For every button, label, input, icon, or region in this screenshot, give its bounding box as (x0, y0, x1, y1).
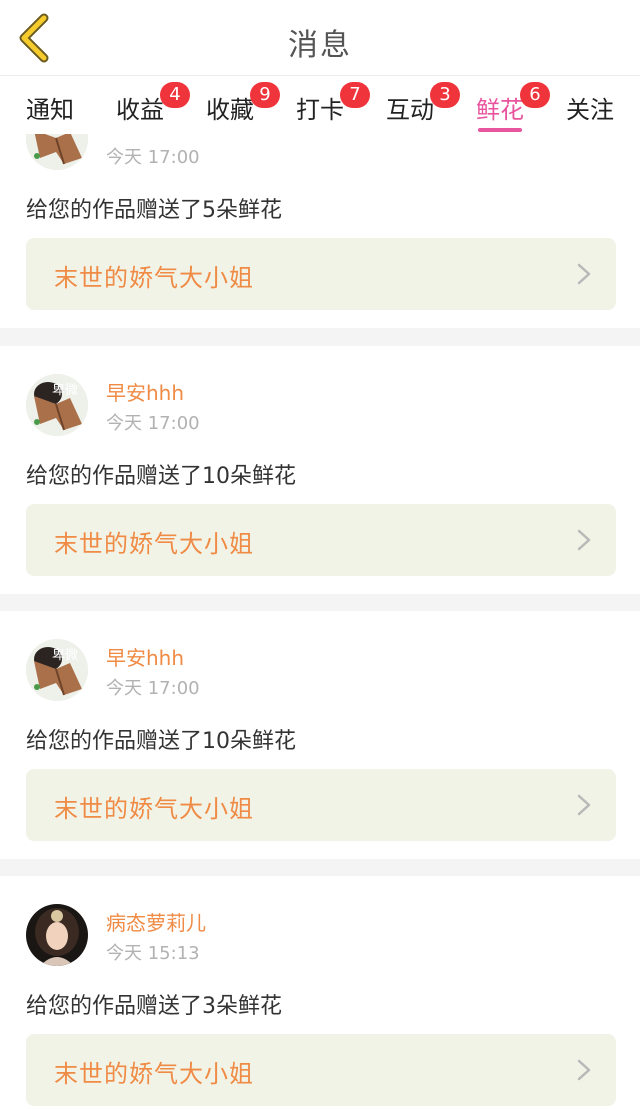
work-link[interactable]: 末世的娇气大小姐 (26, 504, 616, 576)
page-title: 消息 (288, 28, 352, 63)
work-link[interactable]: 末世的娇气大小姐 (26, 769, 616, 841)
avatar[interactable]: 卑微 (26, 639, 88, 701)
tab-interaction[interactable]: 互动 3 (386, 82, 460, 125)
flower-notification-list[interactable]: 今天 17:00 给您的作品赠送了5朵鲜花 末世的娇气大小姐 卑微 早安hhh … (0, 134, 640, 1109)
timestamp: 今天 15:13 (106, 943, 200, 964)
avatar[interactable] (26, 904, 88, 966)
chevron-right-icon (577, 263, 591, 285)
gift-message: 给您的作品赠送了3朵鲜花 (26, 994, 282, 1019)
timestamp: 今天 17:00 (106, 678, 200, 699)
tab-label: 关注 (566, 96, 614, 124)
gift-message: 给您的作品赠送了10朵鲜花 (26, 464, 296, 489)
work-link[interactable]: 末世的娇气大小姐 (26, 238, 616, 310)
unread-badge: 6 (520, 82, 550, 108)
avatar[interactable] (26, 134, 88, 170)
list-item: 今天 17:00 给您的作品赠送了5朵鲜花 末世的娇气大小姐 (0, 134, 640, 328)
tab-checkin[interactable]: 打卡 7 (296, 82, 370, 125)
unread-badge: 9 (250, 82, 280, 108)
tab-flowers[interactable]: 鲜花 6 (476, 82, 550, 132)
active-tab-indicator (478, 128, 522, 132)
nav-header: 消息 (0, 0, 640, 76)
user-name[interactable]: 早安hhh (106, 377, 184, 406)
tab-label: 鲜花 (476, 96, 524, 124)
unread-badge: 7 (340, 82, 370, 108)
chevron-right-icon (577, 1059, 591, 1081)
work-title: 末世的娇气大小姐 (54, 795, 254, 823)
tab-follow[interactable]: 关注 (566, 90, 614, 125)
tab-favorites[interactable]: 收藏 9 (206, 82, 280, 125)
tab-label: 互动 (386, 96, 434, 124)
work-title: 末世的娇气大小姐 (54, 530, 254, 558)
chevron-right-icon (577, 529, 591, 551)
avatar-sign-text: 卑微 (52, 647, 78, 663)
tab-notice[interactable]: 通知 (26, 90, 74, 125)
avatar[interactable]: 卑微 (26, 374, 88, 436)
work-title: 末世的娇气大小姐 (54, 1060, 254, 1088)
user-name[interactable]: 早安hhh (106, 642, 184, 671)
gift-message: 给您的作品赠送了5朵鲜花 (26, 198, 282, 223)
timestamp: 今天 17:00 (106, 147, 200, 168)
tab-label: 通知 (26, 96, 74, 124)
list-item: 卑微 早安hhh 今天 17:00 给您的作品赠送了10朵鲜花 末世的娇气大小姐 (0, 346, 640, 594)
gift-message: 给您的作品赠送了10朵鲜花 (26, 729, 296, 754)
tab-label: 收藏 (206, 96, 254, 124)
list-item: 病态萝莉儿 今天 15:13 给您的作品赠送了3朵鲜花 末世的娇气大小姐 (0, 876, 640, 1109)
unread-badge: 3 (430, 82, 460, 108)
tab-label: 收益 (116, 96, 164, 124)
message-tabs: 通知 收益 4 收藏 9 打卡 7 互动 3 鲜花 6 关注 (0, 76, 640, 134)
list-item: 卑微 早安hhh 今天 17:00 给您的作品赠送了10朵鲜花 末世的娇气大小姐 (0, 611, 640, 859)
tab-earnings[interactable]: 收益 4 (116, 82, 190, 125)
user-name[interactable]: 病态萝莉儿 (106, 907, 206, 936)
work-title: 末世的娇气大小姐 (54, 264, 254, 292)
unread-badge: 4 (160, 82, 190, 108)
avatar-sign-text: 卑微 (52, 382, 78, 398)
work-link[interactable]: 末世的娇气大小姐 (26, 1034, 616, 1106)
timestamp: 今天 17:00 (106, 413, 200, 434)
chevron-right-icon (577, 794, 591, 816)
tab-label: 打卡 (296, 96, 344, 124)
